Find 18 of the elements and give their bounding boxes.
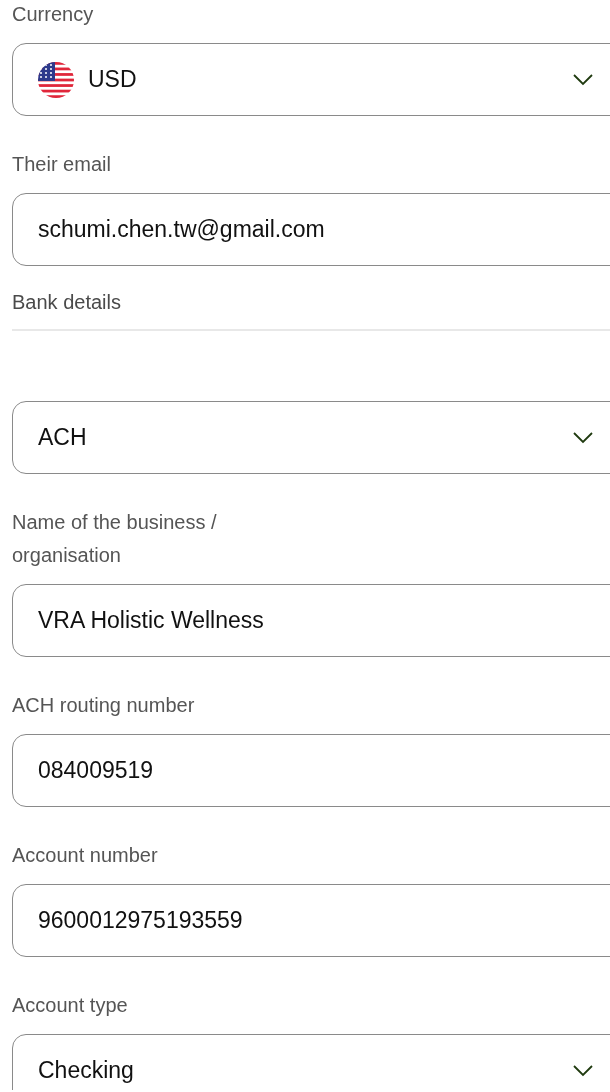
field-label: Account type bbox=[12, 993, 129, 1018]
dropdown-select[interactable]: USD bbox=[12, 43, 610, 116]
field-label: Currency bbox=[12, 2, 95, 27]
chevron-down-icon bbox=[573, 73, 593, 86]
input-field[interactable]: 9600012975193559 bbox=[12, 884, 610, 957]
field-label: Their email bbox=[12, 152, 112, 177]
field-label: ACH routing number bbox=[12, 693, 196, 718]
input-field[interactable]: schumi.chen.tw@gmail.com bbox=[12, 193, 610, 266]
section-heading: Bank details bbox=[12, 290, 122, 315]
dropdown-select[interactable]: ACH bbox=[12, 401, 610, 474]
input-field[interactable]: VRA Holistic Wellness bbox=[12, 584, 610, 657]
flag-icon bbox=[38, 61, 74, 98]
chevron-down-icon bbox=[573, 431, 593, 444]
chevron-down-icon bbox=[573, 1064, 593, 1077]
dropdown-select[interactable]: Checking bbox=[12, 1034, 610, 1090]
field-label: Account number bbox=[12, 843, 159, 868]
field-label: Name of the business / organisation bbox=[12, 510, 218, 568]
input-field[interactable]: 084009519 bbox=[12, 734, 610, 807]
